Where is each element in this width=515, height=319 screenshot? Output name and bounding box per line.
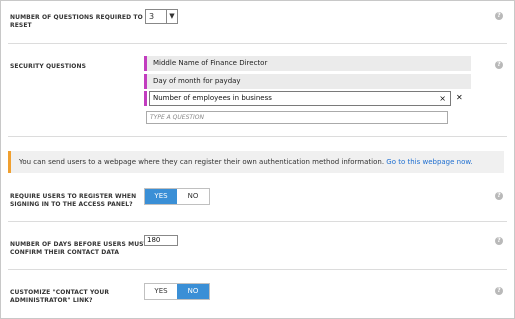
days-confirm-label: NUMBER OF DAYS BEFORE USERS MUST CONFIRM… xyxy=(10,241,148,257)
security-question-item[interactable]: Middle Name of Finance Director xyxy=(144,56,471,71)
customize-link-no-button[interactable]: NO xyxy=(177,284,209,299)
clear-icon[interactable]: × xyxy=(439,92,446,105)
customize-link-yes-button[interactable]: YES xyxy=(145,284,177,299)
num-questions-value: 3 xyxy=(149,12,155,21)
divider xyxy=(8,136,507,137)
security-question-input[interactable]: Number of employees in business × xyxy=(149,91,451,106)
security-question-item[interactable]: Day of month for payday xyxy=(144,74,471,89)
days-confirm-label-line1: NUMBER OF DAYS BEFORE USERS MUST xyxy=(10,241,148,248)
security-questions-label: SECURITY QUESTIONS xyxy=(10,63,87,70)
help-icon[interactable]: ? xyxy=(495,12,503,20)
banner-text: You can send users to a webpage where th… xyxy=(19,158,385,166)
require-register-label-line2: SIGNING IN TO THE ACCESS PANEL? xyxy=(10,201,133,208)
remove-question-icon[interactable]: ✕ xyxy=(456,93,463,103)
register-webpage-link[interactable]: Go to this webpage now. xyxy=(386,158,472,166)
divider xyxy=(8,43,507,44)
help-icon[interactable]: ? xyxy=(495,61,503,69)
customize-link-label: CUSTOMIZE "CONTACT YOUR ADMINISTRATOR" L… xyxy=(10,289,109,305)
add-question-input[interactable]: TYPE A QUESTION xyxy=(146,111,448,124)
chevron-down-icon[interactable]: ▼ xyxy=(166,10,177,23)
require-register-yes-button[interactable]: YES xyxy=(145,189,177,204)
require-register-label: REQUIRE USERS TO REGISTER WHEN SIGNING I… xyxy=(10,193,136,209)
info-banner: You can send users to a webpage where th… xyxy=(8,151,504,173)
require-register-toggle: YES NO xyxy=(144,188,210,205)
num-questions-label: NUMBER OF QUESTIONS REQUIRED TO RESET xyxy=(10,14,143,30)
require-register-no-button[interactable]: NO xyxy=(177,189,209,204)
require-register-label-line1: REQUIRE USERS TO REGISTER WHEN xyxy=(10,193,137,200)
security-question-input-value: Number of employees in business xyxy=(153,94,272,102)
days-confirm-input[interactable]: 180 xyxy=(144,235,178,246)
security-question-edit-row: Number of employees in business × xyxy=(144,91,451,106)
customize-link-toggle: YES NO xyxy=(144,283,210,300)
help-icon[interactable]: ? xyxy=(495,237,503,245)
num-questions-label-line2: RESET xyxy=(10,22,32,29)
num-questions-select[interactable]: 3 ▼ xyxy=(145,9,178,24)
days-confirm-label-line2: CONFIRM THEIR CONTACT DATA xyxy=(10,249,120,256)
help-icon[interactable]: ? xyxy=(495,192,503,200)
num-questions-label-line1: NUMBER OF QUESTIONS REQUIRED TO xyxy=(10,14,143,21)
settings-panel: NUMBER OF QUESTIONS REQUIRED TO RESET 3 … xyxy=(0,0,515,319)
customize-link-label-line2: ADMINISTRATOR" LINK? xyxy=(10,297,93,304)
customize-link-label-line1: CUSTOMIZE "CONTACT YOUR xyxy=(10,289,110,296)
divider xyxy=(8,221,507,222)
divider xyxy=(8,269,507,270)
help-icon[interactable]: ? xyxy=(495,287,503,295)
